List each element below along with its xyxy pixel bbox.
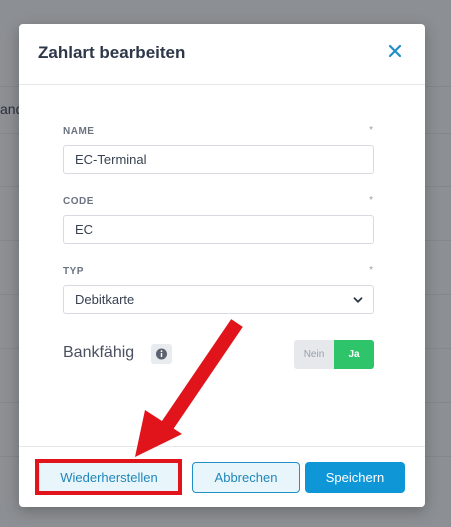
info-icon[interactable] xyxy=(151,344,172,364)
name-required-mark: * xyxy=(369,125,373,136)
code-input[interactable]: EC xyxy=(63,215,374,244)
edit-payment-method-dialog: Zahlart bearbeiten NAME * EC-Terminal CO… xyxy=(19,24,425,507)
dialog-header: Zahlart bearbeiten xyxy=(19,24,425,85)
code-required-mark: * xyxy=(369,195,373,206)
name-label: NAME xyxy=(63,126,95,137)
toggle-option-yes[interactable]: Ja xyxy=(334,340,374,369)
chevron-down-icon xyxy=(353,297,363,303)
bankfaehig-label: Bankfähig xyxy=(63,344,135,361)
type-required-mark: * xyxy=(369,265,373,276)
name-input[interactable]: EC-Terminal xyxy=(63,145,374,174)
save-button[interactable]: Speichern xyxy=(305,462,405,493)
close-icon[interactable] xyxy=(387,43,403,59)
toggle-option-no[interactable]: Nein xyxy=(294,340,334,369)
type-select-value: Debitkarte xyxy=(75,292,135,307)
type-select[interactable]: Debitkarte xyxy=(63,285,374,314)
highlight-box xyxy=(35,459,182,495)
bankfaehig-toggle[interactable]: Nein Ja xyxy=(294,340,374,369)
code-label: CODE xyxy=(63,196,94,207)
type-label: TYP xyxy=(63,266,84,277)
dialog-title: Zahlart bearbeiten xyxy=(38,43,186,62)
cancel-button[interactable]: Abbrechen xyxy=(192,462,300,493)
